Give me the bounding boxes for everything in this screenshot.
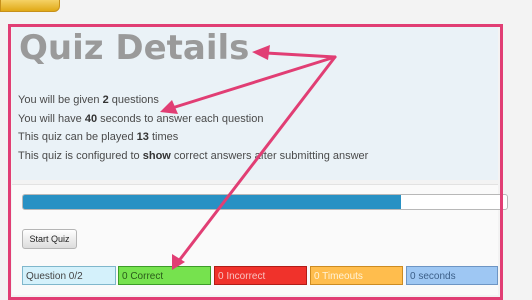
quiz-info-list: You will be given 2 questions You will h… [18,91,488,165]
logo-icon [0,0,60,12]
seconds-counter: 0 seconds [406,266,498,285]
info-question-count: You will be given 2 questions [18,94,159,106]
question-counter: Question 0/2 [22,266,116,285]
page-title: Quiz Details [19,28,250,68]
correct-counter: 0 Correct [118,266,211,285]
timeouts-counter: 0 Timeouts [310,266,403,285]
info-answer-mode: This quiz is configured to show correct … [18,149,369,162]
progress-fill [23,195,401,209]
progress-bar [22,194,508,210]
info-play-limit: This quiz can be played 13 times [18,131,179,144]
info-time-limit: You will have 40 seconds to answer each … [18,112,264,125]
start-quiz-button[interactable]: Start Quiz [22,229,77,249]
incorrect-counter: 0 Incorrect [214,266,307,285]
